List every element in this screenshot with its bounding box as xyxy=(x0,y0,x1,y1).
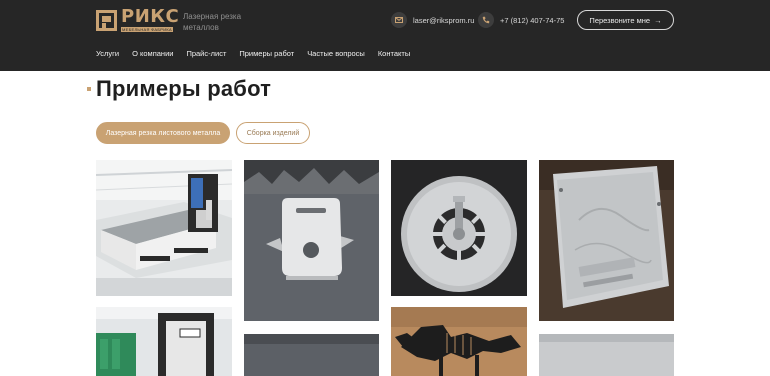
tab-laser-cutting[interactable]: Лазерная резка листового металла xyxy=(96,122,230,144)
email-contact[interactable]: laser@riksprom.ru xyxy=(391,11,474,29)
phone-icon xyxy=(478,12,494,28)
nav-item-portfolio[interactable]: Примеры работ xyxy=(239,49,294,58)
page-title: Примеры работ xyxy=(96,76,272,101)
phone-contact[interactable]: +7 (812) 407-74-75 xyxy=(478,11,564,29)
portfolio-photo-dinosaur[interactable] xyxy=(391,307,527,376)
site-tagline: Лазерная резка металлов xyxy=(183,12,242,32)
main-nav: Услуги О компании Прайс-лист Примеры раб… xyxy=(96,49,423,58)
phone-link[interactable]: +7 (812) 407-74-75 xyxy=(500,16,564,25)
portfolio-photo-sheet[interactable] xyxy=(244,334,379,376)
nav-item-contacts[interactable]: Контакты xyxy=(378,49,410,58)
logo-mark-icon xyxy=(96,9,117,31)
portfolio-photo-disk[interactable] xyxy=(391,160,527,296)
portfolio-photo-laser-machine[interactable] xyxy=(96,160,232,296)
mail-icon xyxy=(391,12,407,28)
arrow-right-icon: → xyxy=(654,15,662,25)
portfolio-photo-bracket[interactable] xyxy=(244,160,379,321)
callback-button[interactable]: Перезвоните мне → xyxy=(577,10,674,30)
logo-subtitle: МЕБЕЛЬНАЯ ФАБРИКА xyxy=(121,26,173,32)
nav-item-faq[interactable]: Частые вопросы xyxy=(307,49,365,58)
portfolio-photo-engraved-plate[interactable] xyxy=(539,160,674,321)
logo-name: РИКС xyxy=(121,5,180,27)
logo[interactable]: РИКС МЕБЕЛЬНАЯ ФАБРИКА xyxy=(96,7,179,32)
nav-item-about[interactable]: О компании xyxy=(132,49,173,58)
nav-item-pricelist[interactable]: Прайс-лист xyxy=(186,49,226,58)
callback-button-label: Перезвоните мне xyxy=(589,15,651,25)
title-accent-dot xyxy=(87,87,91,91)
nav-item-services[interactable]: Услуги xyxy=(96,49,119,58)
portfolio-photo-metal-part[interactable] xyxy=(539,334,674,376)
portfolio-photo-laser-head[interactable] xyxy=(96,307,232,376)
tab-assembly[interactable]: Сборка изделий xyxy=(236,122,310,144)
email-link[interactable]: laser@riksprom.ru xyxy=(413,16,474,25)
site-header: РИКС МЕБЕЛЬНАЯ ФАБРИКА Лазерная резка ме… xyxy=(0,0,770,71)
